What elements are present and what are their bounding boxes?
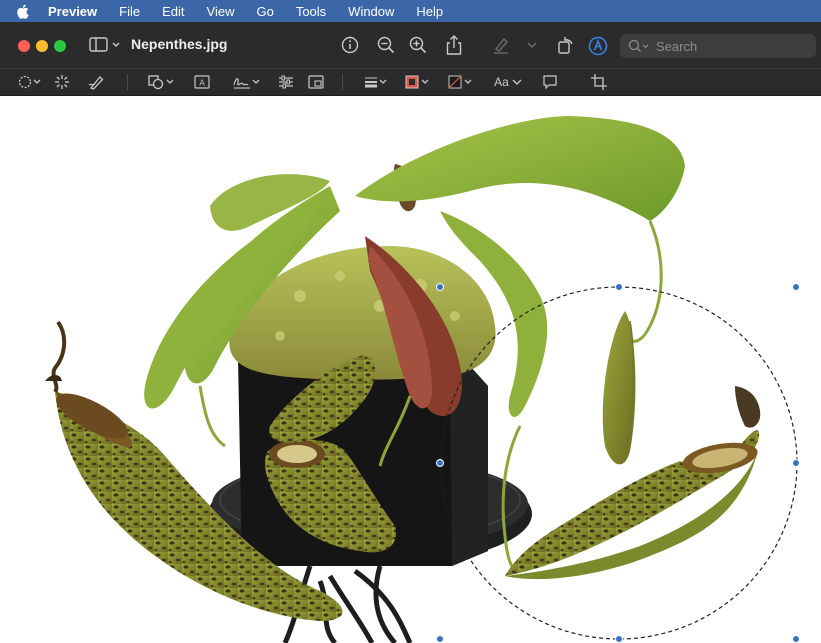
- markup-toggle-button[interactable]: [588, 36, 608, 56]
- adjust-color-icon: [279, 75, 293, 89]
- menu-help[interactable]: Help: [416, 4, 443, 19]
- info-icon: [341, 36, 359, 54]
- zoom-out-button[interactable]: [377, 36, 395, 54]
- instant-alpha-button[interactable]: [54, 73, 70, 91]
- menu-edit[interactable]: Edit: [162, 4, 184, 19]
- border-color-button[interactable]: [404, 73, 432, 91]
- resize-handle[interactable]: [436, 635, 444, 643]
- text-box-button[interactable]: A: [193, 73, 211, 91]
- resize-handle[interactable]: [792, 459, 800, 467]
- selection-tool-icon: [18, 75, 41, 89]
- menu-bar: Preview File Edit View Go Tools Window H…: [0, 0, 821, 22]
- rotate-icon: [558, 37, 573, 54]
- text-style-button[interactable]: Aa: [493, 73, 523, 91]
- share-icon: [446, 35, 462, 55]
- text-style-label: Aa: [494, 75, 509, 89]
- chevron-down-icon: [527, 42, 537, 48]
- resize-handle[interactable]: [792, 635, 800, 643]
- svg-text:A: A: [199, 79, 205, 88]
- resize-handle[interactable]: [436, 283, 444, 291]
- adjust-size-button[interactable]: [307, 73, 325, 91]
- search-field[interactable]: Search: [620, 34, 816, 58]
- resize-handle[interactable]: [792, 283, 800, 291]
- zoom-out-icon: [377, 36, 395, 54]
- selection-tool-button[interactable]: [18, 74, 44, 90]
- toolbar-divider: [127, 74, 128, 90]
- markup-toolbar: A Aa: [0, 68, 821, 96]
- crop-icon: [591, 74, 607, 90]
- markup-icon: [588, 36, 608, 56]
- rotate-button[interactable]: [556, 35, 576, 55]
- resize-handle[interactable]: [436, 459, 444, 467]
- menu-go[interactable]: Go: [256, 4, 273, 19]
- sketch-button[interactable]: [88, 73, 106, 91]
- menu-view[interactable]: View: [207, 4, 235, 19]
- menu-tools[interactable]: Tools: [296, 4, 326, 19]
- instant-alpha-icon: [55, 75, 69, 89]
- zoom-in-icon: [409, 36, 427, 54]
- sign-button[interactable]: [232, 73, 262, 91]
- shape-style-button[interactable]: [363, 73, 389, 91]
- shapes-button[interactable]: [147, 73, 177, 91]
- title-bar: Nepenthes.jpg Search: [0, 22, 821, 68]
- sidebar-toggle-button[interactable]: [88, 36, 122, 54]
- document-view[interactable]: [0, 96, 821, 643]
- toolbar-divider: [342, 74, 343, 90]
- close-button[interactable]: [18, 40, 30, 52]
- highlight-icon: [494, 37, 508, 54]
- dashed-ellipse-selection[interactable]: [0, 96, 821, 643]
- menu-preview[interactable]: Preview: [48, 4, 97, 19]
- menu-file[interactable]: File: [119, 4, 140, 19]
- resize-handle[interactable]: [615, 635, 623, 643]
- info-button[interactable]: [341, 36, 359, 54]
- border-color-icon: [405, 75, 429, 89]
- search-placeholder: Search: [656, 38, 698, 54]
- annotate-button[interactable]: [541, 73, 559, 91]
- window-title: Nepenthes.jpg: [131, 36, 228, 52]
- share-button[interactable]: [445, 34, 463, 56]
- adjust-color-button[interactable]: [277, 73, 295, 91]
- zoom-in-button[interactable]: [409, 36, 427, 54]
- shapes-icon: [148, 75, 174, 90]
- fill-color-button[interactable]: [447, 73, 475, 91]
- text-icon: A: [194, 75, 210, 89]
- highlight-menu-chevron[interactable]: [526, 40, 538, 50]
- fill-color-icon: [448, 75, 472, 89]
- menu-window[interactable]: Window: [348, 4, 394, 19]
- minimize-button[interactable]: [36, 40, 48, 52]
- zoom-button[interactable]: [54, 40, 66, 52]
- sign-icon: [233, 78, 260, 89]
- apple-logo-icon[interactable]: [16, 3, 30, 19]
- preview-window: Nepenthes.jpg Search A Aa: [0, 22, 821, 643]
- highlight-button[interactable]: [492, 36, 510, 54]
- chevron-down-icon: [512, 79, 522, 85]
- crop-button[interactable]: [590, 73, 608, 91]
- resize-handle[interactable]: [615, 283, 623, 291]
- shape-style-icon: [365, 77, 387, 88]
- annotate-icon: [543, 75, 557, 90]
- search-icon: [628, 39, 649, 52]
- adjust-size-icon: [308, 75, 324, 89]
- sidebar-icon: [89, 37, 120, 52]
- sketch-icon: [88, 76, 104, 90]
